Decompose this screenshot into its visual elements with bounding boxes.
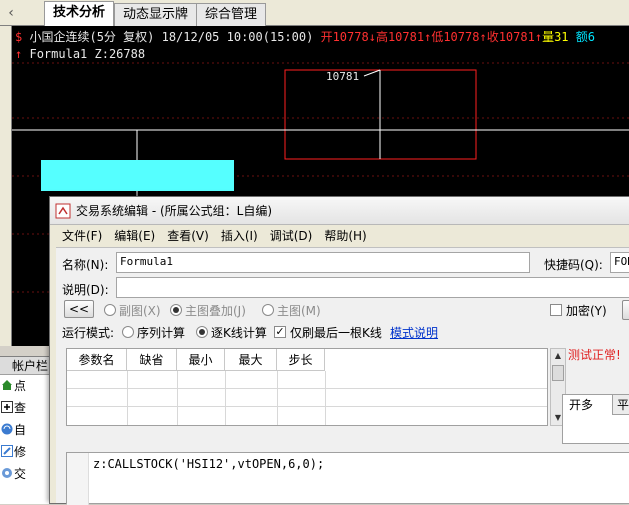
radio-per-bar-calc[interactable] [196, 326, 208, 338]
menu-bar: 文件(F) 编辑(E) 查看(V) 插入(I) 调试(D) 帮助(H) [56, 225, 373, 247]
editor-gutter [67, 453, 89, 505]
encrypt-label: 加密(Y) [566, 304, 607, 318]
scroll-thumb[interactable] [552, 365, 564, 381]
table-col-divider [225, 371, 226, 425]
tab-close-position[interactable]: 平 [613, 395, 629, 415]
run-mode-label: 运行模式: [62, 326, 115, 340]
code-line: z:CALLSTOCK('HSI12',vtOPEN,6,0); [93, 457, 325, 471]
signal-tab-panel: 开多 平 [562, 394, 629, 444]
trading-system-editor-dialog: 交易系统编辑 - (所属公式组：L自编) 文件(F) 编辑(E) 查看(V) 插入(I… [49, 196, 629, 505]
menu-view[interactable]: 查看(V) [161, 225, 215, 247]
radio-main-overlay[interactable] [170, 304, 182, 316]
menu-debug[interactable]: 调试(D) [264, 225, 319, 247]
name-input[interactable]: Formula1 [116, 252, 530, 273]
table-col-divider [325, 371, 326, 425]
col-header-step[interactable]: 步长 [277, 349, 325, 371]
description-input[interactable] [116, 277, 629, 298]
radio-main-chart[interactable] [262, 304, 274, 316]
menu-help[interactable]: 帮助(H) [318, 225, 372, 247]
radio-series-calc[interactable] [122, 326, 134, 338]
side-button[interactable] [622, 300, 629, 320]
tab-technical-analysis[interactable]: 技术分析 [44, 1, 115, 26]
table-col-divider [177, 371, 178, 425]
radio-sub-chart[interactable] [104, 304, 116, 316]
description-label: 说明(D): [62, 283, 109, 297]
pencil-icon [1, 445, 13, 457]
col-header-min[interactable]: 最小 [177, 349, 225, 371]
menu-file[interactable]: 文件(F) [56, 225, 108, 247]
sync-icon [1, 423, 13, 435]
table-row [67, 388, 547, 389]
radio-series-calc-label: 序列计算 [137, 326, 186, 340]
gear-icon [2, 468, 12, 478]
app-icon [55, 203, 71, 219]
tab-strip: ‹ 技术分析 动态显示牌 综合管理 [0, 0, 629, 26]
dialog-body: 名称(N): Formula1 快捷码(Q): FOR 说明(D): << 副图… [56, 247, 629, 505]
tab-general-management[interactable]: 综合管理 [196, 3, 267, 26]
last-bar-checkbox[interactable]: ✓ [274, 326, 286, 338]
tab-open-long[interactable]: 开多 [563, 395, 613, 415]
collapse-button[interactable]: << [64, 300, 94, 318]
radio-main-overlay-label: 主图叠加(J) [185, 304, 246, 318]
menu-insert[interactable]: 插入(I) [215, 225, 264, 247]
chevron-left-icon[interactable]: ‹ [2, 0, 20, 26]
table-col-divider [277, 371, 278, 425]
tab-dynamic-board[interactable]: 动态显示牌 [114, 3, 198, 26]
encrypt-checkbox[interactable] [550, 304, 562, 316]
radio-sub-chart-label: 副图(X) [119, 304, 161, 318]
shortcut-label: 快捷码(Q): [544, 258, 603, 272]
col-header-param-name[interactable]: 参数名 [67, 349, 127, 371]
radio-per-bar-calc-label: 逐K线计算 [211, 326, 267, 340]
menu-edit[interactable]: 编辑(E) [108, 225, 161, 247]
table-col-divider [127, 371, 128, 425]
last-bar-label: 仅刷最后一根K线 [290, 326, 382, 340]
volume-bar [41, 160, 234, 191]
shortcut-input[interactable]: FOR [610, 252, 629, 273]
test-status: 测试正常! [568, 348, 621, 362]
dialog-titlebar[interactable]: 交易系统编辑 - (所属公式组：L自编) [50, 197, 629, 225]
scroll-up-icon[interactable]: ▲ [551, 349, 565, 363]
col-header-max[interactable]: 最大 [225, 349, 277, 371]
col-header-default[interactable]: 缺省 [127, 349, 177, 371]
house-icon [2, 380, 12, 390]
left-splitter[interactable] [0, 26, 12, 346]
table-row [67, 406, 547, 407]
mode-help-link[interactable]: 模式说明 [390, 324, 438, 341]
formula-code-editor[interactable]: z:CALLSTOCK('HSI12',vtOPEN,6,0); [66, 452, 629, 505]
name-label: 名称(N): [62, 258, 109, 272]
price-tag: 10781 [326, 70, 360, 83]
radio-main-chart-label: 主图(M) [277, 304, 321, 318]
plus-box-icon [1, 401, 13, 413]
parameter-table[interactable]: 参数名 缺省 最小 最大 步长 [66, 348, 548, 426]
price-pointer [363, 69, 381, 77]
dialog-title: 交易系统编辑 - (所属公式组：L自编) [76, 204, 273, 218]
